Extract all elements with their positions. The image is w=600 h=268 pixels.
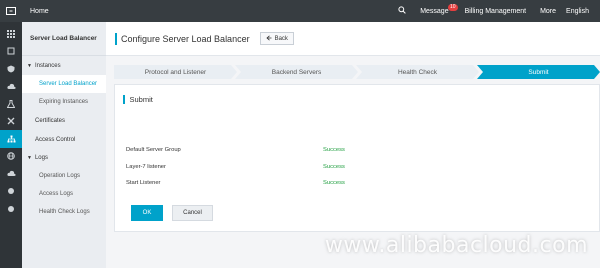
result-label: Layer-7 listener bbox=[126, 164, 166, 170]
home-link[interactable]: Home bbox=[30, 8, 49, 15]
panel-title: Submit bbox=[123, 94, 153, 104]
box-icon[interactable] bbox=[0, 43, 22, 61]
product-rail bbox=[0, 22, 22, 268]
message-label: Message bbox=[420, 7, 449, 15]
secondary-sidebar: Server Load Balancer ▼ Instances Server … bbox=[22, 22, 106, 268]
globe-icon[interactable] bbox=[0, 148, 22, 166]
sidebar-item-operation-logs[interactable]: Operation Logs bbox=[22, 167, 106, 185]
network-icon[interactable] bbox=[0, 130, 22, 148]
sidebar-title: Server Load Balancer bbox=[22, 22, 106, 56]
wizard-steps: Protocol and Listener Backend Servers He… bbox=[114, 65, 600, 79]
search-icon[interactable] bbox=[398, 6, 406, 16]
result-row: Start Listener Success bbox=[126, 177, 426, 189]
grid-icon[interactable] bbox=[0, 25, 22, 43]
message-link[interactable]: Message 10 bbox=[420, 3, 458, 15]
main-content: Configure Server Load Balancer Back Prot… bbox=[106, 22, 600, 268]
step-backend-servers: Backend Servers bbox=[235, 65, 358, 79]
back-label: Back bbox=[274, 35, 288, 42]
cancel-button[interactable]: Cancel bbox=[172, 205, 213, 221]
result-label: Start Listener bbox=[126, 180, 161, 186]
panel-title-text: Submit bbox=[129, 94, 153, 104]
back-arrow-icon bbox=[265, 34, 272, 43]
step-health-check: Health Check bbox=[356, 65, 479, 79]
more-menu[interactable]: More bbox=[540, 8, 556, 15]
language-selector[interactable]: English bbox=[566, 8, 589, 15]
caret-down-icon: ▼ bbox=[27, 155, 32, 161]
cloud-icon[interactable] bbox=[0, 78, 22, 96]
sidebar-item-access-logs[interactable]: Access Logs bbox=[22, 185, 106, 203]
sidebar-group-label: Logs bbox=[34, 155, 48, 161]
circle-icon[interactable] bbox=[0, 183, 22, 201]
watermark-text: www.alibabacloud.com bbox=[324, 233, 588, 258]
step-protocol-and-listener: Protocol and Listener bbox=[114, 65, 237, 79]
page-title: Configure Server Load Balancer bbox=[121, 33, 250, 44]
sidebar-group-instances[interactable]: ▼ Instances bbox=[22, 57, 106, 75]
result-status: Success bbox=[323, 147, 345, 153]
flask-icon[interactable] bbox=[0, 95, 22, 113]
sidebar-item-expiring-instances[interactable]: Expiring Instances bbox=[22, 93, 106, 111]
shield-icon[interactable] bbox=[0, 60, 22, 78]
caret-down-icon: ▼ bbox=[27, 63, 32, 69]
sidebar-item-server-load-balancer[interactable]: Server Load Balancer bbox=[22, 75, 106, 93]
result-row: Default Server Group Success bbox=[126, 144, 426, 156]
result-status: Success bbox=[323, 164, 345, 170]
back-button[interactable]: Back bbox=[259, 32, 294, 45]
panel-title-accent-bar bbox=[123, 94, 125, 104]
message-badge: 10 bbox=[448, 3, 458, 11]
step-submit: Submit bbox=[477, 65, 600, 79]
result-row: Layer-7 listener Success bbox=[126, 161, 426, 173]
sidebar-item-certificates[interactable]: Certificates bbox=[22, 111, 106, 130]
sidebar-group-label: Instances bbox=[34, 63, 61, 69]
page-header: Configure Server Load Balancer Back bbox=[106, 22, 600, 56]
circle-icon[interactable] bbox=[0, 200, 22, 218]
sidebar-item-access-control[interactable]: Access Control bbox=[22, 130, 106, 149]
top-bar: Home Message 10 Billing Management More … bbox=[0, 0, 600, 22]
console-logo-icon[interactable] bbox=[0, 0, 22, 22]
cloud-icon[interactable] bbox=[0, 165, 22, 183]
title-accent-bar bbox=[115, 32, 117, 45]
tools-icon[interactable] bbox=[0, 113, 22, 131]
ok-button[interactable]: OK bbox=[131, 205, 163, 221]
submit-panel: Submit Default Server Group Success Laye… bbox=[114, 84, 600, 232]
sidebar-item-health-check-logs[interactable]: Health Check Logs bbox=[22, 203, 106, 221]
billing-management-link[interactable]: Billing Management bbox=[465, 8, 526, 15]
sidebar-group-logs[interactable]: ▼ Logs bbox=[22, 149, 106, 167]
result-label: Default Server Group bbox=[126, 147, 181, 153]
result-status: Success bbox=[323, 180, 345, 186]
